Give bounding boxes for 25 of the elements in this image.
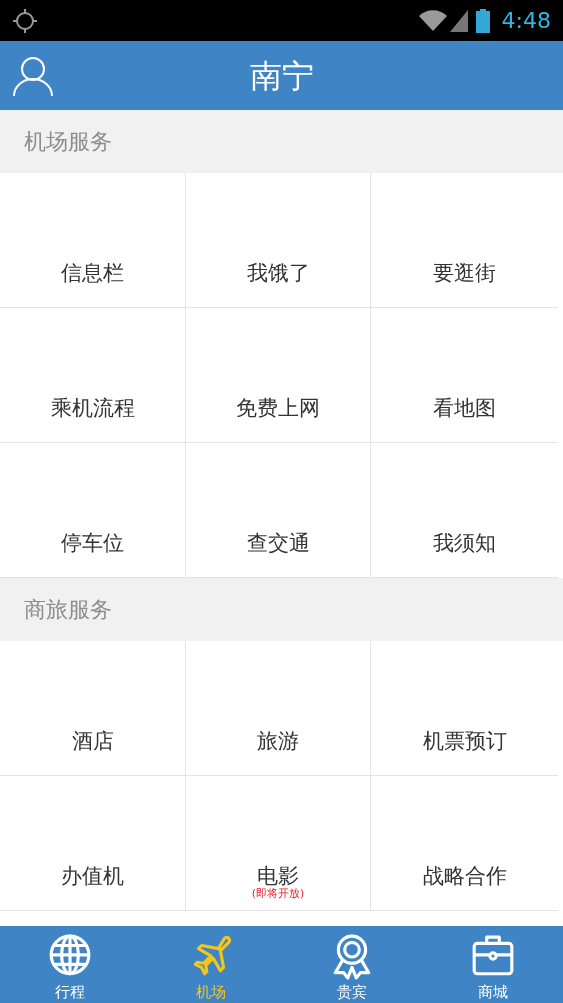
service-tile[interactable]: 办值机 <box>0 776 186 911</box>
gps-icon <box>12 7 38 34</box>
service-tile[interactable]: 我饿了 <box>186 173 371 308</box>
section-title: 机场服务 <box>24 128 112 156</box>
service-tile[interactable]: 信息栏 <box>0 173 186 308</box>
wifi-icon <box>417 8 448 33</box>
service-tile[interactable]: 电影 (即将开放) <box>186 776 371 911</box>
nav-tab[interactable]: 商城 <box>422 926 563 1003</box>
user-icon[interactable] <box>13 55 55 97</box>
service-tile[interactable]: 免费上网 <box>186 308 371 443</box>
header-title: 南宁 <box>249 55 314 97</box>
signal-icon <box>449 9 468 32</box>
service-tile[interactable]: 乘机流程 <box>0 308 186 443</box>
clock-time: 4:48 <box>501 7 551 35</box>
service-tile[interactable]: 要逛街 <box>371 173 558 308</box>
section-title: 商旅服务 <box>24 596 112 624</box>
nav-tab[interactable]: 贵宾 <box>281 926 423 1003</box>
service-tile[interactable]: 看地图 <box>371 308 558 443</box>
battery-icon <box>475 8 490 33</box>
service-tile[interactable]: 机票预订 <box>371 641 558 776</box>
service-tile[interactable]: 酒店 <box>0 641 186 776</box>
coming-soon-note: (即将开放) <box>251 887 305 900</box>
service-tile[interactable]: 旅游 <box>186 641 371 776</box>
nav-tab[interactable]: 行程 <box>0 926 141 1003</box>
service-tile[interactable]: 战略合作 <box>371 776 558 911</box>
